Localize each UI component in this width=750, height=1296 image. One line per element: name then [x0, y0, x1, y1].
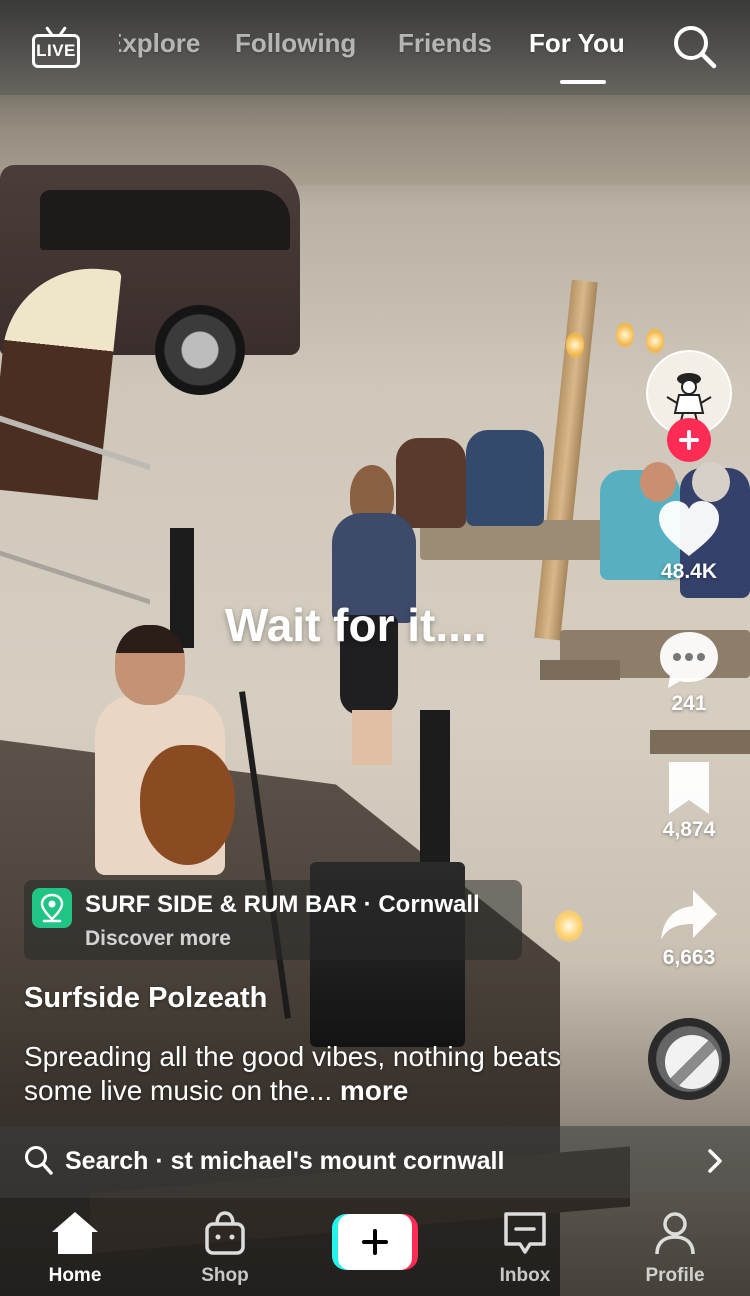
creator-logo-icon [666, 373, 712, 422]
location-title: SURF SIDE & RUM BAR · Cornwall [85, 891, 480, 918]
share-count: 6,663 [662, 946, 716, 969]
video-description: Spreading all the good vibes, nothing be… [24, 1040, 584, 1108]
nav-home[interactable]: Home [20, 1210, 130, 1287]
follow-plus-button[interactable] [667, 418, 711, 462]
bottom-nav: Home Shop Inbox Profile [0, 1198, 750, 1296]
search-icon [674, 26, 717, 69]
creator-username[interactable]: Surfside Polzeath [24, 982, 267, 1015]
search-icon [25, 1146, 53, 1175]
like-count: 48.4K [660, 560, 718, 583]
comment-button[interactable]: 241 [640, 630, 738, 716]
nav-profile-label: Profile [645, 1265, 705, 1286]
share-arrow-icon [661, 890, 717, 940]
home-icon [52, 1212, 98, 1254]
active-tab-indicator [560, 80, 606, 84]
chevron-right-icon [708, 1149, 722, 1173]
save-button[interactable]: 4,874 [640, 760, 738, 842]
bench [540, 660, 620, 680]
seated-person [466, 430, 544, 526]
string-light [646, 328, 664, 354]
inbox-icon [504, 1212, 546, 1254]
heart-icon [659, 501, 719, 556]
share-button[interactable]: 6,663 [640, 888, 738, 970]
bookmark-icon [669, 762, 709, 814]
search-suggestion-text: Search · st michael's mount cornwall [65, 1147, 505, 1175]
create-plus-icon [338, 1214, 412, 1270]
video-overlay-text: Wait for it.... [225, 599, 487, 651]
string-light [555, 910, 583, 942]
nav-shop-label: Shop [201, 1265, 249, 1286]
railing [0, 415, 150, 605]
person-head [640, 462, 676, 502]
feed-tabs: Explore Following Friends For You [105, 28, 650, 68]
shop-bag-icon [205, 1211, 245, 1255]
deck-post [420, 710, 450, 870]
guitarist [95, 625, 245, 875]
comment-icon [660, 632, 718, 688]
truck-window [40, 190, 290, 250]
more-link[interactable]: more [340, 1075, 408, 1106]
sound-disc[interactable] [648, 1018, 730, 1100]
profile-icon [655, 1212, 695, 1255]
live-button[interactable]: LIVE [32, 26, 80, 68]
nav-inbox[interactable]: Inbox [470, 1210, 580, 1287]
nav-home-label: Home [48, 1265, 102, 1286]
live-tv-icon: LIVE [32, 34, 80, 68]
search-suggestion-bar[interactable]: Search · st michael's mount cornwall [0, 1126, 750, 1198]
plus-icon [679, 430, 699, 450]
nav-profile[interactable]: Profile [620, 1210, 730, 1287]
truck-wheel [155, 305, 245, 395]
live-label: LIVE [36, 41, 76, 60]
location-pin-icon [32, 888, 72, 928]
nav-inbox-label: Inbox [499, 1265, 551, 1286]
create-button[interactable] [332, 1214, 418, 1270]
person-head [692, 462, 730, 502]
sound-cover-image [665, 1035, 719, 1089]
save-count: 4,874 [662, 818, 716, 841]
bench [650, 730, 750, 754]
description-text: Spreading all the good vibes, nothing be… [24, 1041, 562, 1106]
tab-following[interactable]: Following [235, 28, 356, 59]
comment-count: 241 [671, 692, 707, 715]
search-button[interactable] [670, 22, 720, 72]
string-light [616, 322, 634, 348]
location-chip[interactable]: SURF SIDE & RUM BAR · Cornwall Discover … [24, 880, 522, 960]
tab-friends[interactable]: Friends [398, 28, 492, 59]
string-light [566, 332, 584, 358]
tab-for-you[interactable]: For You [529, 28, 625, 59]
like-button[interactable]: 48.4K [640, 500, 738, 584]
location-subtitle: Discover more [85, 927, 231, 950]
tab-explore[interactable]: Explore [119, 28, 200, 59]
nav-shop[interactable]: Shop [170, 1210, 280, 1287]
